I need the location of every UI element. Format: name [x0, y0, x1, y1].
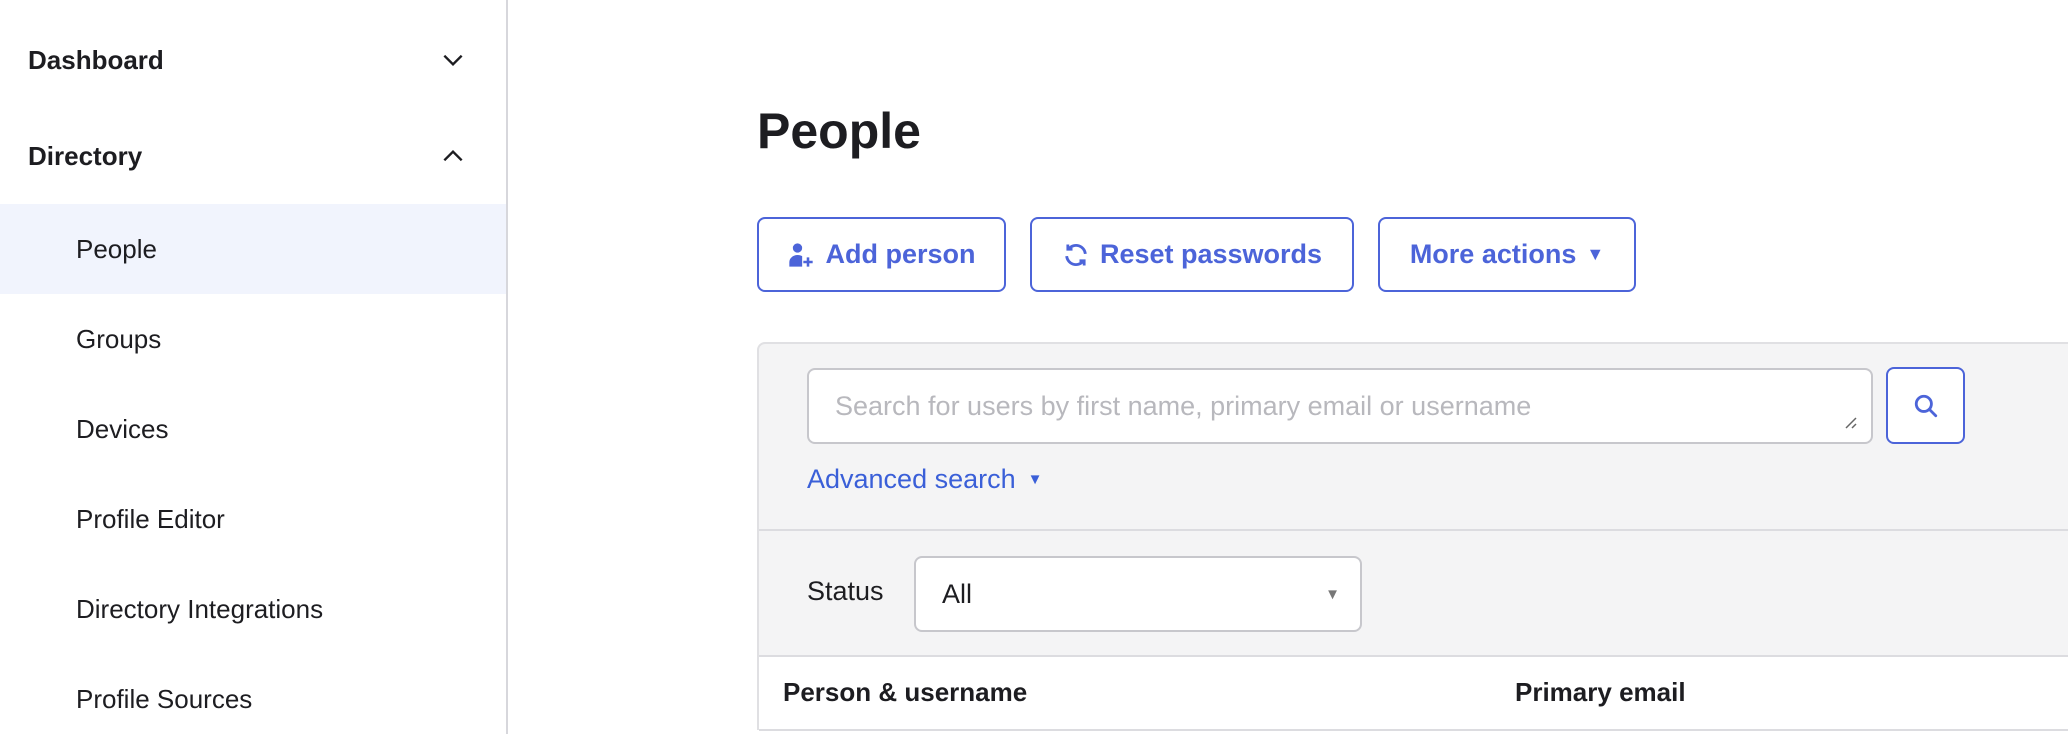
- table-header: Person & username Primary email: [759, 657, 2068, 729]
- button-label: Add person: [825, 239, 976, 269]
- status-select[interactable]: All ▼: [914, 556, 1362, 632]
- reset-passwords-button[interactable]: Reset passwords: [1030, 217, 1354, 292]
- sidebar-item-profile-editor[interactable]: Profile Editor: [0, 474, 506, 564]
- add-person-icon: [789, 242, 814, 267]
- chevron-down-icon: [443, 54, 463, 67]
- page-title: People: [757, 103, 921, 159]
- column-header-person[interactable]: Person & username: [783, 677, 1027, 708]
- add-person-button[interactable]: Add person: [757, 217, 1006, 292]
- sidebar-item-label: Profile Editor: [76, 503, 225, 534]
- sidebar-item-label: Profile Sources: [76, 683, 253, 714]
- advanced-search-toggle[interactable]: Advanced search ▼: [807, 464, 1043, 495]
- sidebar-item-label: Directory Integrations: [76, 593, 324, 624]
- status-select-value: All: [942, 578, 973, 609]
- search-button[interactable]: [1886, 367, 1965, 444]
- refresh-icon: [1065, 243, 1087, 266]
- search-icon: [1914, 394, 1937, 417]
- caret-down-icon: ▼: [1027, 471, 1043, 488]
- caret-down-icon: ▼: [1586, 244, 1605, 264]
- divider: [759, 729, 2068, 731]
- more-actions-button[interactable]: More actions ▼: [1378, 217, 1636, 292]
- sidebar-section-directory[interactable]: Directory: [0, 126, 506, 186]
- sidebar-item-label: Groups: [76, 323, 162, 354]
- resize-grip-icon[interactable]: [1842, 414, 1858, 430]
- chevron-up-icon: [443, 149, 463, 162]
- sidebar-item-devices[interactable]: Devices: [0, 384, 506, 474]
- sidebar-section-dashboard[interactable]: Dashboard: [0, 30, 506, 90]
- sidebar-item-label: Devices: [76, 413, 169, 444]
- status-label: Status: [807, 576, 884, 606]
- sidebar-item-label: People: [76, 233, 157, 264]
- advanced-search-label: Advanced search: [807, 464, 1016, 494]
- sidebar-item-profile-sources[interactable]: Profile Sources: [0, 654, 506, 744]
- sidebar: Dashboard Directory People Groups Device…: [0, 0, 508, 734]
- caret-down-icon: ▼: [1325, 585, 1340, 603]
- search-input[interactable]: [807, 368, 1873, 444]
- sidebar-section-label: Directory: [28, 140, 143, 171]
- sidebar-item-people[interactable]: People: [0, 204, 506, 294]
- sidebar-item-groups[interactable]: Groups: [0, 294, 506, 384]
- sidebar-section-label: Dashboard: [28, 44, 164, 75]
- sidebar-item-directory-integrations[interactable]: Directory Integrations: [0, 564, 506, 654]
- column-header-email[interactable]: Primary email: [1515, 677, 1686, 708]
- divider: [759, 529, 2068, 531]
- button-label: Reset passwords: [1099, 239, 1323, 269]
- button-label: More actions: [1409, 239, 1577, 269]
